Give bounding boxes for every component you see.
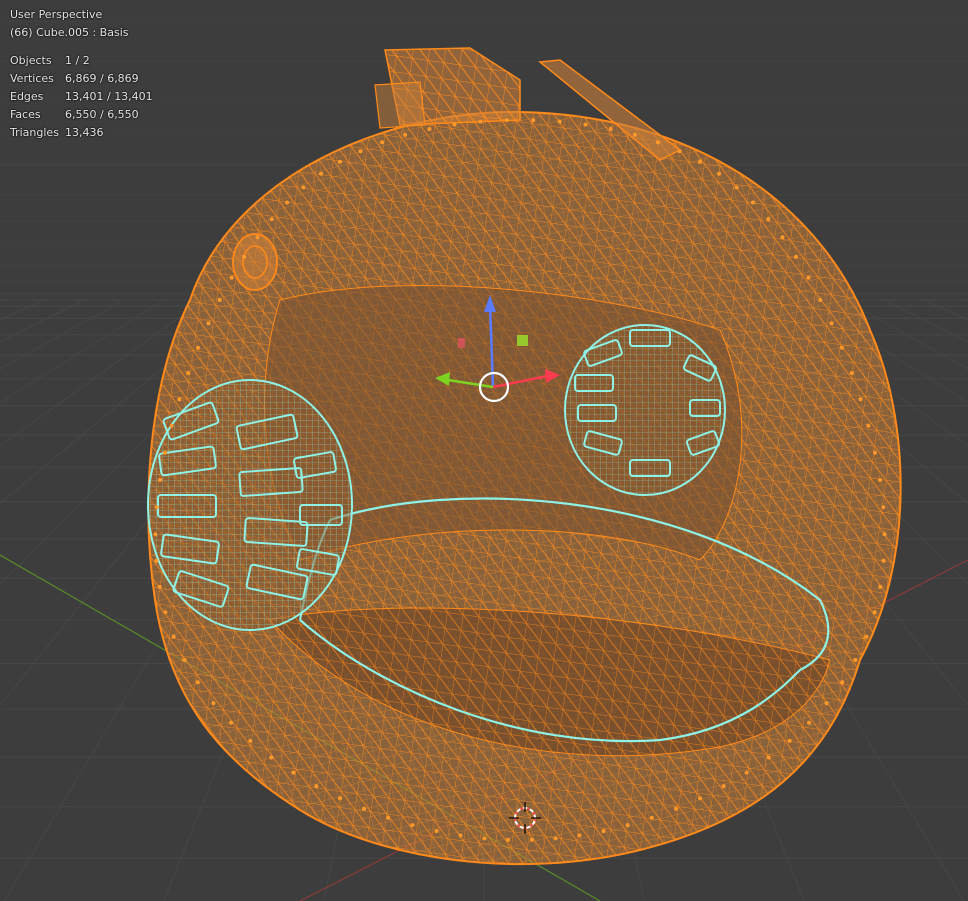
viewport-canvas[interactable] [0,0,968,901]
helmet-mesh[interactable] [147,47,902,866]
3d-viewport[interactable]: User Perspective (66) Cube.005 : Basis O… [0,0,968,901]
